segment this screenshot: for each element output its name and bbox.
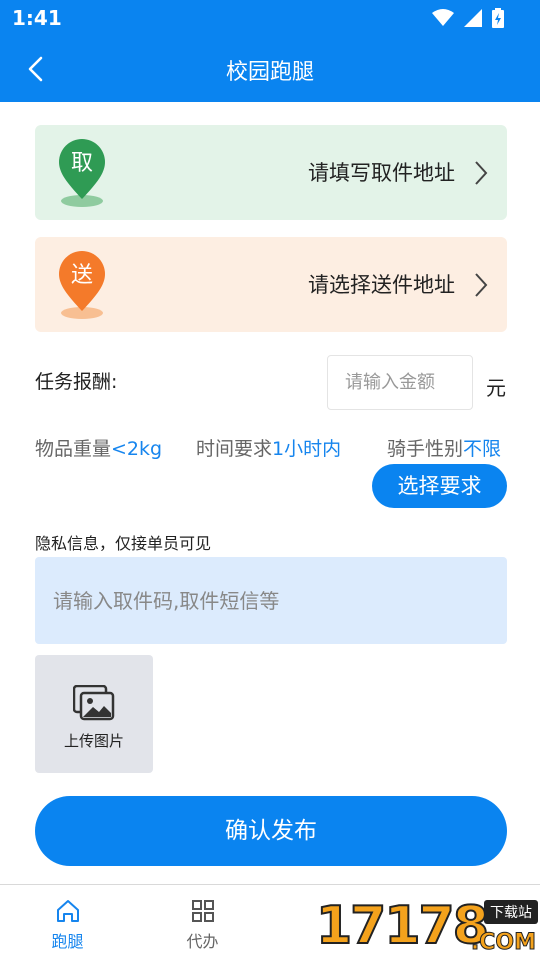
- signal-icon: [464, 9, 482, 27]
- tab-errand[interactable]: 跑腿: [0, 885, 135, 960]
- status-bar: 1:41: [0, 0, 540, 36]
- pickup-badge-text: 取: [71, 151, 93, 176]
- status-icons: [432, 8, 504, 28]
- app-bar: 校园跑腿: [0, 36, 540, 102]
- home-icon: [57, 900, 79, 922]
- watermark-number: 17178: [315, 895, 490, 957]
- privacy-label: 隐私信息，仅接单员可见: [35, 534, 212, 553]
- time-requirement: 时间要求1小时内: [196, 434, 341, 461]
- gender-requirement: 骑手性别不限: [387, 434, 501, 461]
- currency-unit: 元: [486, 376, 506, 400]
- delivery-address-text: 请选择送件地址: [308, 273, 455, 297]
- delivery-address-card[interactable]: 送 请选择送件地址: [35, 237, 507, 332]
- grid-icon: [192, 900, 214, 922]
- tab-agency[interactable]: 代办: [135, 885, 270, 960]
- weight-value: <2kg: [111, 438, 163, 460]
- watermark-domain: .COM: [470, 930, 536, 956]
- page-title: 校园跑腿: [225, 60, 314, 85]
- gender-label: 骑手性别: [387, 438, 464, 460]
- gender-value: 不限: [463, 438, 502, 460]
- image-icon: [73, 685, 115, 721]
- confirm-publish-button[interactable]: 确认发布: [35, 796, 507, 866]
- delivery-badge-text: 送: [71, 263, 93, 288]
- select-requirements-button[interactable]: 选择要求: [372, 464, 507, 508]
- pickup-address-text: 请填写取件地址: [308, 161, 455, 185]
- tab-agency-label: 代办: [186, 932, 219, 951]
- time-value: 1小时内: [272, 438, 342, 460]
- status-time: 1:41: [12, 6, 62, 30]
- watermark-logo: 17178 下载站 .COM: [315, 895, 540, 960]
- privacy-info-input[interactable]: [35, 557, 507, 644]
- battery-icon: [492, 8, 504, 28]
- delivery-pin-icon: 送: [59, 251, 105, 319]
- time-label: 时间要求: [196, 438, 273, 460]
- weight-label: 物品重量: [35, 438, 112, 460]
- upload-image-label: 上传图片: [63, 732, 124, 750]
- tab-errand-label: 跑腿: [51, 932, 84, 951]
- watermark-tag: 下载站: [484, 900, 538, 924]
- reward-label: 任务报酬:: [35, 371, 118, 393]
- pickup-pin-icon: 取: [59, 139, 105, 207]
- chevron-right-icon: [475, 273, 488, 297]
- upload-image-button[interactable]: 上传图片: [35, 655, 153, 773]
- pickup-address-card[interactable]: 取 请填写取件地址: [35, 125, 507, 220]
- weight-requirement: 物品重量<2kg: [35, 434, 162, 461]
- wifi-icon: [432, 9, 454, 26]
- chevron-right-icon: [475, 161, 488, 185]
- amount-input[interactable]: [327, 355, 473, 410]
